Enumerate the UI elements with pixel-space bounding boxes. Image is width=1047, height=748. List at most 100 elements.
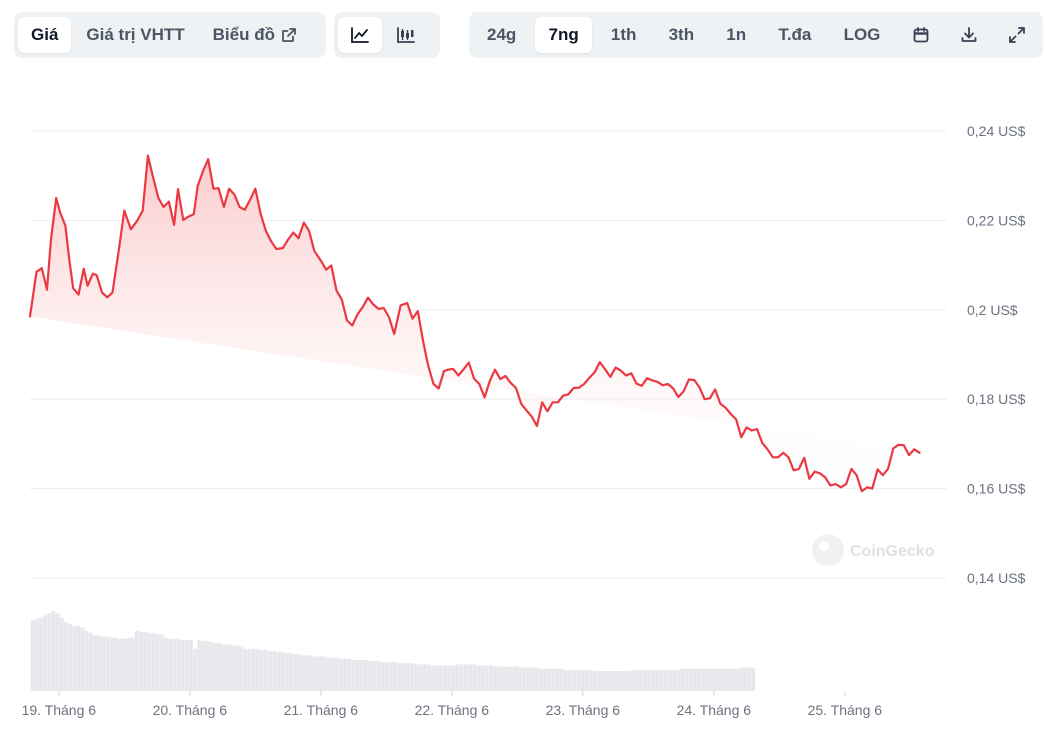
volume-bar [655,669,660,691]
volume-bar [563,669,568,691]
volume-bar [297,654,302,691]
volume-bar [343,658,347,691]
volume-bar [676,669,681,691]
volume-bar [505,666,510,691]
volume-bar [484,665,489,691]
volume-bar [97,635,102,691]
volume-bar [530,667,535,691]
volume-bar [497,666,502,691]
volume-bar [47,613,52,691]
volume-bar [114,637,118,691]
volume-bar [43,615,48,691]
volume-bar [118,638,123,691]
volume-bar [218,643,223,691]
y-tick-label: 0,14 US$ [967,570,1026,586]
volume-bar [472,664,477,691]
volume-bar [688,668,693,691]
volume-bar [559,668,564,691]
volume-bars [30,611,756,691]
volume-bar [80,627,85,691]
volume-bar [180,639,185,691]
y-tick-label: 0,16 US$ [967,481,1026,497]
volume-bar [184,639,189,691]
volume-bar [138,632,143,691]
volume-bar [422,664,427,691]
volume-bar [176,638,181,691]
volume-bar [609,671,614,691]
volume-bar [713,668,718,691]
volume-bar [376,661,381,691]
volume-bar [734,668,739,691]
volume-bar [568,669,572,691]
volume-bar [105,636,110,691]
x-axis: 19. Tháng 6 20. Tháng 6 21. Tháng 6 22. Thá… [22,691,883,718]
volume-bar [143,632,148,691]
volume-bar [634,669,639,691]
volume-bar [647,669,652,691]
volume-bar [551,668,556,691]
volume-bar [243,648,248,691]
volume-bar [313,656,318,691]
volume-bar [668,669,672,691]
volume-bar [434,665,439,691]
volume-bar [584,669,589,691]
volume-bar [451,665,456,691]
volume-bar [509,666,514,691]
volume-bar [588,669,593,691]
volume-bar [501,666,506,691]
volume-bar [476,665,481,691]
volume-bar [622,671,627,691]
volume-bar [101,636,106,691]
x-tick-label: 22. Tháng 6 [415,702,490,718]
volume-bar [730,668,735,691]
volume-bar [709,668,714,691]
volume-bar [397,663,402,691]
volume-bar [55,613,60,691]
volume-bar [309,655,314,691]
volume-bar [368,661,372,691]
volume-bar [213,643,218,691]
volume-bar [572,669,577,691]
y-tick-label: 0,2 US$ [967,302,1018,318]
y-tick-label: 0,24 US$ [967,123,1026,139]
volume-bar [638,669,643,691]
volume-bar [363,659,368,691]
volume-bar [697,668,702,691]
x-tick-label: 24. Tháng 6 [677,702,752,718]
volume-bar [39,617,43,691]
volume-bar [643,669,647,691]
x-tick-label: 25. Tháng 6 [808,702,883,718]
volume-bar [618,671,622,691]
volume-bar [268,651,273,691]
volume-bar [684,668,689,691]
volume-bar [672,669,677,691]
volume-bar [338,658,343,691]
volume-bar [468,664,472,691]
volume-bar [597,671,602,691]
volume-bar [201,641,206,691]
volume-bar [147,633,152,691]
volume-bar [64,622,68,691]
volume-bar [263,649,268,691]
volume-bar [630,669,635,691]
x-tick-label: 20. Tháng 6 [153,702,228,718]
volume-bar [513,666,518,691]
volume-bar [330,657,335,691]
volume-bar [251,648,256,691]
volume-bar [601,671,606,691]
volume-bar [51,611,56,691]
volume-bar [718,668,722,691]
y-tick-label: 0,18 US$ [967,391,1026,407]
volume-bar [122,638,127,691]
volume-bar [726,668,731,691]
volume-bar [288,653,293,691]
volume-bar [459,664,464,691]
volume-bar [163,637,168,691]
x-tick-label: 21. Tháng 6 [284,702,359,718]
volume-bar [401,663,406,691]
y-tick-label: 0,22 US$ [967,212,1026,228]
volume-bar [326,657,331,691]
x-tick-label: 19. Tháng 6 [22,702,97,718]
volume-bar [305,655,310,691]
volume-bar [522,667,527,691]
